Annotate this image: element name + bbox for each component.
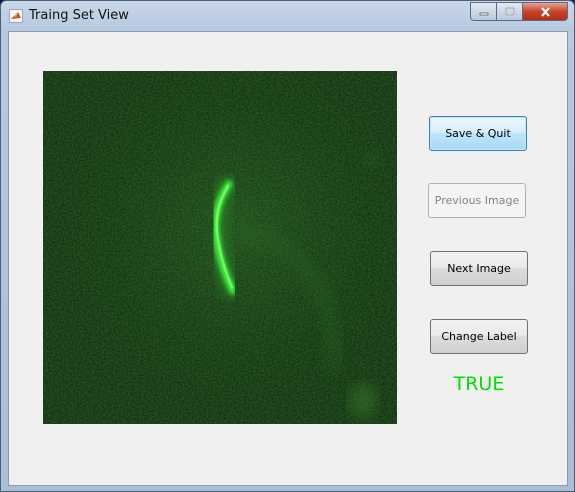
title-bar[interactable]: Traing Set View (1, 1, 574, 31)
previous-image-button[interactable]: Previous Image (428, 183, 526, 218)
matlab-icon (9, 9, 23, 23)
minimize-button[interactable] (470, 2, 497, 21)
maximize-button[interactable] (497, 2, 523, 21)
change-label-button[interactable]: Change Label (430, 319, 528, 354)
client-area: Save & Quit Previous Image Next Image Ch… (8, 31, 568, 486)
maximize-icon (504, 7, 515, 16)
close-icon (540, 6, 550, 17)
next-image-button[interactable]: Next Image (430, 251, 528, 286)
minimize-icon (479, 12, 488, 15)
label-value: TRUE (453, 373, 505, 395)
training-image (43, 71, 397, 424)
close-button[interactable] (523, 2, 568, 21)
app-window: Traing Set View Save & Quit Previous Ima… (0, 0, 575, 492)
window-controls (470, 2, 568, 22)
save-quit-button[interactable]: Save & Quit (429, 116, 527, 151)
window-title: Traing Set View (29, 8, 129, 23)
